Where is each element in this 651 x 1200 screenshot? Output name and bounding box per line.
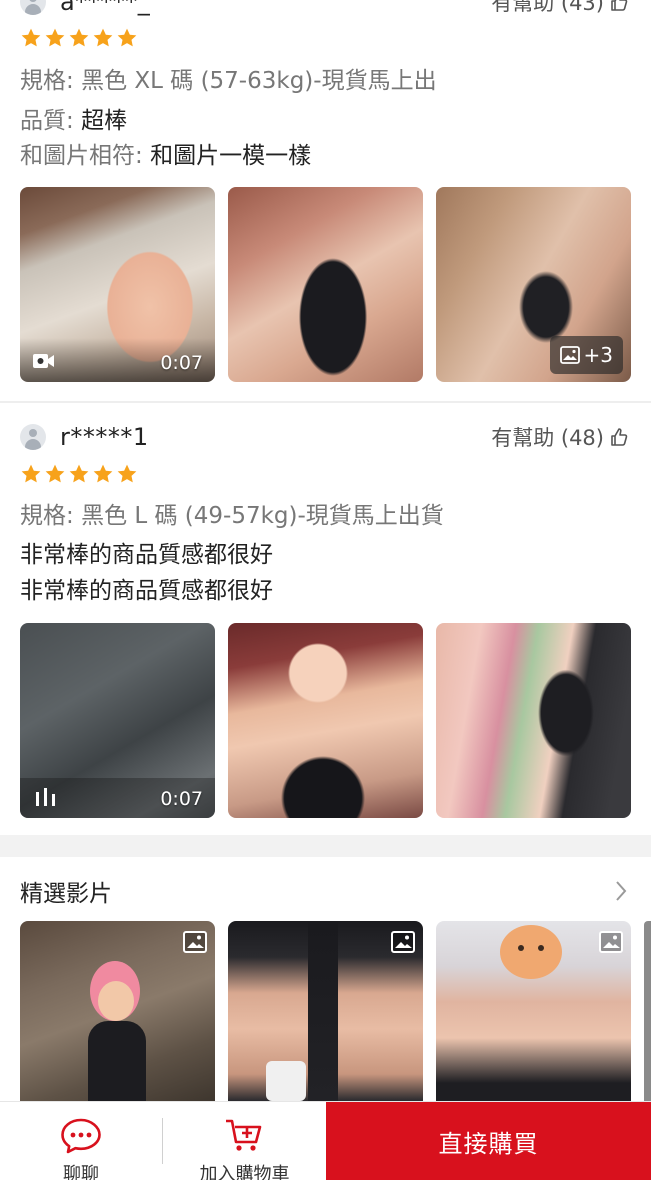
helpful-button[interactable]: 有幫助 (43) — [491, 0, 629, 20]
avatar — [20, 424, 46, 450]
review-card: r*****1 有幫助 (48) 規格: 黑色 L 碼 (49-57kg)-現貨… — [0, 403, 651, 835]
star-icon — [45, 28, 65, 47]
featured-video-thumbnail[interactable] — [20, 921, 215, 1101]
review-comment-line: 非常棒的商品質感都很好 — [20, 542, 273, 568]
chat-icon — [61, 1118, 101, 1153]
thumbs-up-icon — [611, 0, 628, 11]
quality-label: 品質: — [20, 108, 74, 134]
featured-video-thumbnail[interactable] — [436, 921, 631, 1101]
reviewer-row: a*****_ — [20, 0, 150, 20]
video-duration: 0:07 — [160, 352, 203, 374]
avatar — [20, 0, 46, 15]
star-icon — [93, 464, 113, 483]
review-video-thumbnail[interactable]: 0:07 — [20, 187, 215, 382]
chevron-right-icon[interactable] — [615, 880, 627, 902]
spec-line: 規格: 黑色 L 碼 (49-57kg)-現貨馬上出貨 — [20, 499, 444, 533]
review-image-thumbnail[interactable] — [228, 187, 423, 382]
spec-label: 規格: — [20, 503, 74, 529]
reviewer-row: r*****1 — [20, 419, 149, 455]
add-to-cart-icon — [225, 1119, 261, 1151]
review-card: a*****_ 有幫助 (43) 規格: 黑色 XL 碼 (57-63kg)-現… — [0, 0, 651, 402]
quality-value: 超棒 — [81, 108, 128, 134]
image-icon — [391, 931, 415, 953]
star-icon — [117, 464, 137, 483]
star-icon — [117, 28, 137, 47]
star-icon — [93, 28, 113, 47]
image-icon — [183, 931, 207, 953]
review-image-thumbnail[interactable] — [228, 623, 423, 818]
match-label: 和圖片相符: — [20, 143, 143, 169]
video-duration: 0:07 — [160, 788, 203, 810]
star-icon — [69, 464, 89, 483]
reviewer-name: r*****1 — [60, 423, 149, 451]
featured-video-thumbnail-peek[interactable] — [644, 921, 651, 1101]
image-icon — [559, 346, 580, 364]
quality-line: 品質: 超棒 — [20, 104, 127, 138]
helpful-label: 有幫助 (43) — [491, 0, 604, 15]
featured-video-thumbnail[interactable] — [228, 921, 423, 1101]
spec-value: 黑色 L 碼 (49-57kg)-現貨馬上出貨 — [81, 503, 444, 529]
image-icon — [599, 931, 623, 953]
video-camera-icon — [33, 354, 54, 368]
star-rating — [20, 463, 138, 487]
star-rating — [20, 27, 138, 51]
match-value: 和圖片一模一樣 — [150, 143, 312, 169]
buy-now-button[interactable]: 直接購買 — [326, 1102, 651, 1180]
star-icon — [69, 28, 89, 47]
thumbs-up-icon — [611, 428, 628, 446]
review-image-thumbnail[interactable]: +3 — [436, 187, 631, 382]
spec-value: 黑色 XL 碼 (57-63kg)-現貨馬上出 — [81, 68, 437, 94]
star-icon — [21, 28, 41, 47]
home-indicator-area — [0, 1180, 651, 1200]
review-image-thumbnail[interactable] — [436, 623, 631, 818]
audio-bars-icon — [36, 788, 55, 806]
bottom-action-bar: 聊聊 加入購物車 直接購買 — [0, 1101, 651, 1200]
review-video-thumbnail[interactable]: 0:07 — [20, 623, 215, 818]
more-images-count: +3 — [583, 343, 613, 367]
spec-label: 規格: — [20, 68, 74, 94]
reviewer-name: a*****_ — [60, 0, 151, 16]
helpful-label: 有幫助 (48) — [491, 426, 604, 450]
featured-videos-title: 精選影片 — [20, 881, 112, 907]
spec-line: 規格: 黑色 XL 碼 (57-63kg)-現貨馬上出 — [20, 64, 437, 98]
match-line: 和圖片相符: 和圖片一模一樣 — [20, 139, 311, 173]
helpful-button[interactable]: 有幫助 (48) — [491, 419, 629, 455]
section-separator — [0, 835, 651, 857]
more-images-badge: +3 — [549, 336, 623, 374]
star-icon — [21, 464, 41, 483]
buy-now-label: 直接購買 — [438, 1129, 539, 1158]
star-icon — [45, 464, 65, 483]
review-comment-line: 非常棒的商品質感都很好 — [20, 578, 273, 604]
